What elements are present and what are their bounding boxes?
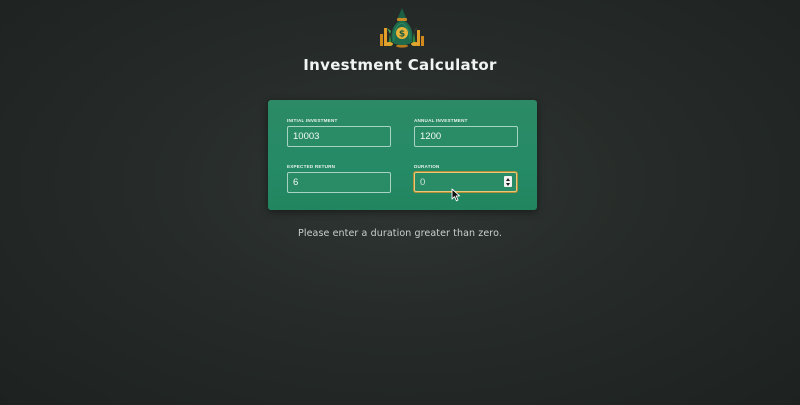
initial-investment-value: 10003 (293, 131, 320, 142)
initial-investment-input[interactable]: 10003 (287, 126, 391, 147)
mouse-pointer-icon (451, 188, 461, 202)
annual-investment-field: Annual Investment 1200 (414, 118, 518, 147)
expected-return-field: Expected Return 6 (287, 164, 391, 193)
validation-message: Please enter a duration greater than zer… (298, 228, 502, 239)
svg-text:$: $ (399, 30, 405, 40)
input-panel: Initial Investment 10003 Annual Investme… (268, 100, 537, 210)
initial-investment-label: Initial Investment (287, 118, 338, 123)
initial-investment-field: Initial Investment 10003 (287, 118, 391, 147)
stepper-up-icon[interactable] (505, 177, 510, 181)
annual-investment-label: Annual Investment (414, 118, 468, 123)
stepper-down-icon[interactable] (505, 182, 510, 186)
duration-label: Duration (414, 164, 440, 169)
expected-return-label: Expected Return (287, 164, 336, 169)
duration-field: Duration 0 (414, 164, 518, 192)
duration-value: 0 (420, 177, 426, 188)
annual-investment-input[interactable]: 1200 (414, 126, 518, 147)
page-title: Investment Calculator (303, 56, 497, 74)
duration-stepper[interactable] (504, 176, 512, 187)
expected-return-input[interactable]: 6 (287, 172, 391, 193)
annual-investment-value: 1200 (420, 131, 442, 142)
expected-return-value: 6 (293, 177, 299, 188)
money-bag-icon: $ (380, 8, 424, 48)
duration-input[interactable]: 0 (414, 172, 517, 192)
